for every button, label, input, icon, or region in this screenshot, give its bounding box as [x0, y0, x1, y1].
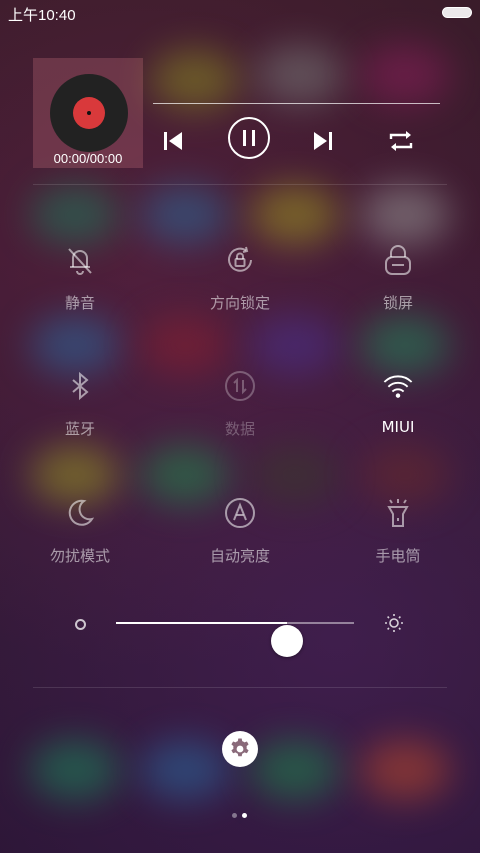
wallpaper-blob [250, 740, 340, 800]
toggle-label: 蓝牙 [64, 420, 95, 438]
toggle-label: 手电筒 [375, 547, 421, 565]
wallpaper-blob [360, 185, 450, 245]
lock-icon [382, 244, 414, 276]
repeat-icon [389, 131, 413, 151]
toggle-mute[interactable]: 静音 [20, 244, 140, 324]
brightness-high-icon [384, 613, 404, 633]
flashlight-icon [382, 497, 414, 529]
divider [33, 687, 447, 688]
wallpaper-blob [30, 185, 120, 245]
wallpaper-blob [140, 185, 230, 245]
toggle-wifi[interactable]: MIUI [338, 370, 458, 450]
playback-time: 00:00/00:00 [53, 151, 123, 166]
wifi-icon [382, 370, 414, 402]
skip-previous-icon [164, 132, 182, 150]
toggle-label: 数据 [224, 420, 255, 438]
gear-icon [231, 738, 249, 757]
toggle-flashlight[interactable]: 手电筒 [338, 497, 458, 577]
toggle-label: MIUI [381, 418, 415, 436]
next-track-button[interactable] [303, 121, 343, 161]
toggle-lock-screen[interactable]: 锁屏 [338, 244, 458, 324]
bluetooth-icon [64, 370, 96, 402]
disc-hole [87, 111, 91, 115]
toggle-bluetooth[interactable]: 蓝牙 [20, 370, 140, 450]
wallpaper-blob [30, 740, 120, 800]
toggle-label: 勿扰模式 [49, 547, 110, 565]
toggle-label: 锁屏 [382, 294, 413, 312]
wallpaper-blob [250, 185, 340, 245]
moon-icon [64, 497, 96, 529]
toggle-mobile-data[interactable]: 数据 [180, 370, 300, 450]
settings-button[interactable] [222, 731, 258, 767]
wallpaper-blob [30, 445, 120, 505]
divider [33, 184, 447, 185]
album-art[interactable]: 00:00/00:00 [33, 58, 143, 168]
rotation-lock-icon [224, 244, 256, 276]
wallpaper-blob [30, 315, 120, 375]
brightness-thumb[interactable] [271, 625, 304, 657]
repeat-button[interactable] [381, 121, 421, 161]
battery-icon [442, 7, 472, 18]
toggle-label: 方向锁定 [209, 294, 270, 312]
toggle-do-not-disturb[interactable]: 勿扰模式 [20, 497, 140, 577]
play-pause-button[interactable] [227, 116, 271, 160]
previous-track-button[interactable] [153, 121, 193, 161]
toggle-rotation-lock[interactable]: 方向锁定 [180, 244, 300, 324]
wallpaper-blob [360, 740, 450, 800]
status-bar: 上午10:40 [0, 0, 480, 28]
control-center: 上午10:40 00:00/00:00 静音 方向锁定 锁屏 蓝牙 数据 MIU… [0, 0, 480, 853]
wallpaper-blob [140, 740, 230, 800]
toggle-label: 自动亮度 [209, 547, 270, 565]
brightness-fill [116, 622, 288, 624]
auto-brightness-icon [224, 497, 256, 529]
wallpaper-blob [140, 315, 230, 375]
page-indicator [230, 813, 250, 819]
toggle-label: 静音 [64, 294, 95, 312]
brightness-low-icon [75, 619, 86, 630]
wallpaper-blob [250, 315, 340, 375]
vinyl-disc-icon [50, 74, 128, 152]
pause-icon [228, 117, 270, 159]
wallpaper-blob [360, 315, 450, 375]
wallpaper-blob [140, 445, 230, 505]
bell-off-icon [64, 244, 96, 276]
brightness-track[interactable] [116, 622, 354, 657]
page-dot-active [242, 813, 247, 818]
music-player: 00:00/00:00 [33, 58, 447, 170]
status-time: 上午10:40 [8, 7, 76, 24]
playback-progress-bar[interactable] [153, 103, 440, 104]
mobile-data-icon [224, 370, 256, 402]
toggle-auto-brightness[interactable]: 自动亮度 [180, 497, 300, 577]
wallpaper-blob [360, 445, 450, 505]
skip-next-icon [314, 132, 332, 150]
page-dot [232, 813, 237, 818]
brightness-slider[interactable] [64, 604, 424, 657]
wallpaper-blob [250, 445, 340, 505]
